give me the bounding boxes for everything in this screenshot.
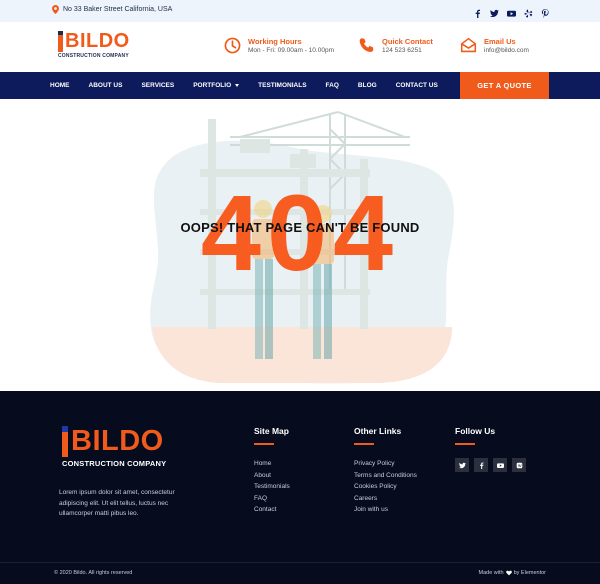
phone-icon bbox=[359, 38, 374, 52]
working-hours-detail: Mon - Fri: 09.00am - 10.00pm bbox=[248, 47, 334, 54]
footer-logo-mark bbox=[62, 426, 68, 457]
site-footer: BILDO CONSTRUCTION COMPANY Lorem ipsum d… bbox=[0, 391, 600, 562]
nav-item-faq[interactable]: FAQ bbox=[326, 82, 339, 89]
copyright: © 2020 Bildo. All rights reserved bbox=[54, 570, 133, 576]
footer-sitemap: Site Map Home About Testimonials FAQ Con… bbox=[254, 426, 290, 516]
nav-item-services[interactable]: SERVICES bbox=[141, 82, 174, 89]
footer-link-cookies-policy[interactable]: Cookies Policy bbox=[354, 481, 417, 493]
sitemap-title: Site Map bbox=[254, 426, 289, 436]
nav-item-home[interactable]: HOME bbox=[50, 82, 70, 89]
nav-item-testimonials[interactable]: TESTIMONIALS bbox=[258, 82, 306, 89]
quick-contact-title: Quick Contact bbox=[382, 37, 433, 46]
brand-name: BILDO bbox=[65, 30, 130, 52]
get-a-quote-button[interactable]: GET A QUOTE bbox=[460, 72, 549, 99]
made-with-credit: Made with by Elementor bbox=[479, 570, 546, 576]
nav-item-portfolio[interactable]: PORTFOLIO bbox=[193, 82, 240, 89]
other-links-underline bbox=[354, 443, 374, 445]
clock-icon bbox=[224, 37, 241, 54]
made-with-suffix[interactable]: by Elementor bbox=[514, 570, 546, 576]
twitter-icon[interactable] bbox=[455, 458, 469, 472]
made-with-prefix: Made with bbox=[478, 570, 504, 576]
brand-tagline: CONSTRUCTION COMPANY bbox=[58, 53, 129, 59]
footer-link-contact[interactable]: Contact bbox=[254, 504, 290, 516]
yelp-icon[interactable] bbox=[524, 5, 533, 18]
address: No 33 Baker Street California, USA bbox=[52, 5, 172, 14]
top-bar: No 33 Baker Street California, USA bbox=[0, 0, 600, 22]
location-pin-icon bbox=[52, 5, 59, 14]
footer-bottom-bar: © 2020 Bildo. All rights reserved Made w… bbox=[0, 562, 600, 584]
footer-link-home[interactable]: Home bbox=[254, 458, 290, 470]
facebook-icon[interactable] bbox=[474, 458, 488, 472]
nav-item-blog[interactable]: BLOG bbox=[358, 82, 377, 89]
footer-link-about[interactable]: About bbox=[254, 470, 290, 482]
follow-us-title: Follow Us bbox=[455, 426, 496, 436]
footer-follow-us: Follow Us bbox=[455, 426, 526, 472]
sitemap-underline bbox=[254, 443, 274, 445]
youtube-icon[interactable] bbox=[507, 5, 516, 17]
chevron-down-icon bbox=[235, 84, 240, 87]
footer-social-links bbox=[455, 458, 526, 472]
footer-link-careers[interactable]: Careers bbox=[354, 493, 417, 505]
pinterest-icon[interactable] bbox=[541, 5, 550, 20]
address-text: No 33 Baker Street California, USA bbox=[63, 6, 173, 13]
envelope-icon bbox=[460, 37, 477, 53]
working-hours-info: Working Hours Mon - Fri: 09.00am - 10.00… bbox=[224, 37, 334, 55]
vk-icon[interactable] bbox=[512, 458, 526, 472]
footer-link-faq[interactable]: FAQ bbox=[254, 493, 290, 505]
footer-link-terms[interactable]: Terms and Conditions bbox=[354, 470, 417, 482]
email-info: Email Us info@bildo.com bbox=[460, 37, 529, 55]
working-hours-title: Working Hours bbox=[248, 37, 302, 46]
illustration-ground bbox=[152, 327, 452, 383]
heart-icon bbox=[505, 570, 512, 576]
nav-item-about-us[interactable]: ABOUT US bbox=[89, 82, 123, 89]
nav-item-contact-us[interactable]: CONTACT US bbox=[396, 82, 438, 89]
email-title: Email Us bbox=[484, 37, 516, 46]
social-links bbox=[473, 5, 550, 20]
brand-logo[interactable]: BILDO CONSTRUCTION COMPANY bbox=[58, 31, 130, 59]
footer-description: Lorem ipsum dolor sit amet, consectetur … bbox=[59, 489, 175, 517]
twitter-icon[interactable] bbox=[490, 5, 499, 18]
email-detail[interactable]: info@bildo.com bbox=[484, 46, 529, 55]
footer-link-join-with-us[interactable]: Join with us bbox=[354, 504, 417, 516]
logo-mark bbox=[58, 31, 63, 52]
footer-other-links: Other Links Privacy Policy Terms and Con… bbox=[354, 426, 417, 516]
quick-contact-info: Quick Contact 124 523 6251 bbox=[358, 37, 433, 55]
footer-brand-name: BILDO bbox=[71, 425, 164, 457]
footer-logo[interactable]: BILDO CONSTRUCTION COMPANY bbox=[62, 426, 166, 468]
quick-contact-detail[interactable]: 124 523 6251 bbox=[382, 46, 433, 55]
site-header: BILDO CONSTRUCTION COMPANY Working Hours… bbox=[0, 22, 600, 72]
footer-brand-tagline: CONSTRUCTION COMPANY bbox=[62, 459, 167, 468]
other-links-title: Other Links bbox=[354, 426, 402, 436]
footer-link-testimonials[interactable]: Testimonials bbox=[254, 481, 290, 493]
error-section: 404 OOPS! THAT PAGE CAN'T BE FOUND bbox=[0, 99, 600, 391]
youtube-icon[interactable] bbox=[493, 458, 507, 472]
error-message: OOPS! THAT PAGE CAN'T BE FOUND bbox=[180, 220, 420, 235]
nav-item-portfolio-label: PORTFOLIO bbox=[193, 82, 232, 89]
footer-link-privacy-policy[interactable]: Privacy Policy bbox=[354, 458, 417, 470]
follow-us-underline bbox=[455, 443, 475, 445]
facebook-icon[interactable] bbox=[473, 5, 482, 18]
